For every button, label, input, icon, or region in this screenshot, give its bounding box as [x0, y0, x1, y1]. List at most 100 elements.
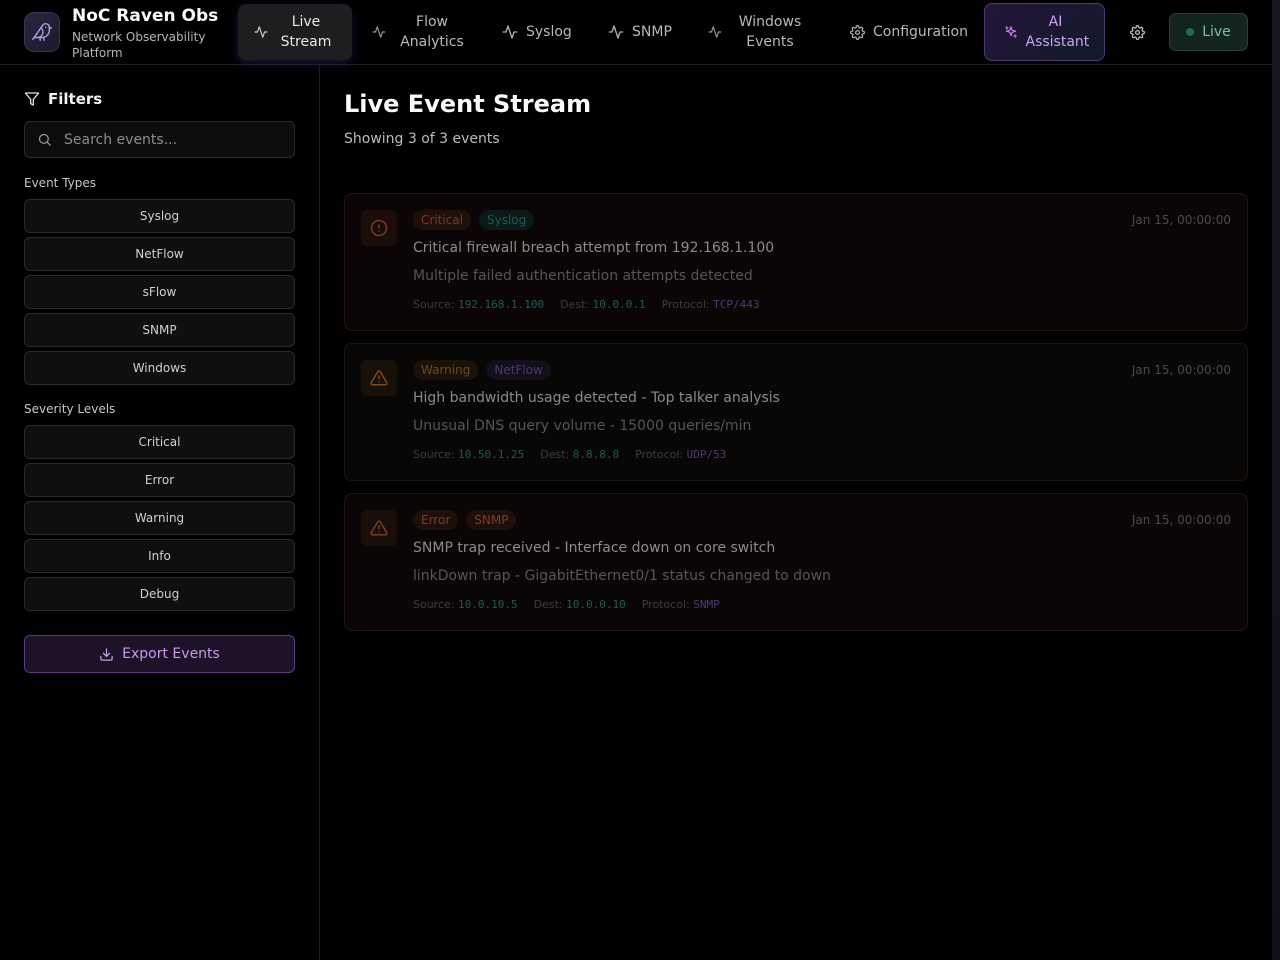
settings-button[interactable] — [1124, 19, 1150, 45]
event-title: SNMP trap received - Interface down on c… — [413, 540, 776, 556]
protocol-value: TCP/443 — [713, 298, 760, 311]
search-input[interactable] — [64, 131, 274, 148]
app-logo[interactable] — [24, 12, 60, 52]
event-message: Unusual DNS query volume - 15000 queries… — [413, 418, 752, 434]
severity-badge: Critical — [413, 210, 471, 230]
filters-sidebar: Filters Event Types Syslog NetFlow sFlow… — [0, 65, 320, 960]
download-icon — [100, 647, 113, 661]
app-root: NoC Raven Obs Network Observability Plat… — [0, 0, 1280, 960]
source-ip: 192.168.1.100 — [458, 298, 545, 311]
protocol-label: Protocol: — [635, 448, 684, 461]
page-scrollbar[interactable] — [1272, 0, 1280, 960]
event-message: Multiple failed authentication attempts … — [413, 268, 753, 284]
nav-flow-analytics[interactable]: Flow Analytics — [356, 4, 480, 60]
dest-ip: 8.8.8.8 — [572, 448, 620, 461]
app-title: NoC Raven Obs — [72, 6, 219, 26]
event-title: Critical firewall breach attempt from 19… — [413, 240, 775, 256]
filter-type-windows[interactable]: Windows — [24, 351, 295, 385]
event-timestamp: Jan 15, 00:00:00 — [1131, 213, 1231, 227]
type-badge: NetFlow — [486, 360, 551, 380]
activity-icon — [254, 26, 268, 38]
event-timestamp: Jan 15, 00:00:00 — [1131, 513, 1231, 527]
type-badge: SNMP — [466, 510, 517, 530]
event-icon-box — [361, 510, 397, 546]
severity-badge: Warning — [413, 360, 479, 380]
event-icon-box — [361, 210, 397, 246]
activity-icon — [502, 25, 518, 39]
gear-icon — [850, 24, 865, 40]
nav-configuration[interactable]: Configuration — [834, 4, 980, 60]
nav-live-stream[interactable]: Live Stream — [238, 4, 352, 60]
alert-triangle-icon — [370, 370, 388, 386]
page-title: Live Event Stream — [344, 90, 592, 118]
ai-assistant-label: AI Assistant — [1025, 14, 1090, 50]
main-content: Live Event Stream Showing 3 of 3 events … — [320, 65, 1272, 960]
filter-severity-warning[interactable]: Warning — [24, 501, 295, 535]
event-title: High bandwidth usage detected - Top talk… — [413, 390, 780, 406]
protocol-label: Protocol: — [661, 298, 710, 311]
type-badge: Syslog — [478, 210, 535, 230]
event-badges: Critical Syslog — [413, 210, 542, 230]
filter-severity-debug[interactable]: Debug — [24, 577, 295, 611]
search-box[interactable] — [24, 121, 295, 158]
filter-severity-info[interactable]: Info — [24, 539, 295, 573]
event-meta: Source: 192.168.1.100 Dest: 10.0.0.1 Pro… — [413, 298, 775, 311]
dest-label: Dest: — [533, 598, 563, 611]
live-status-dot — [1186, 28, 1195, 36]
app-subtitle: Network Observability Platform — [72, 30, 206, 60]
severity-levels-label: Severity Levels — [24, 402, 116, 416]
activity-icon — [608, 25, 624, 39]
export-label: Export Events — [122, 646, 220, 662]
source-label: Source: — [413, 598, 455, 611]
source-ip: 10.0.10.5 — [458, 598, 518, 611]
event-badges: Warning NetFlow — [413, 360, 559, 380]
nav-label: Syslog — [526, 24, 572, 40]
search-icon — [38, 133, 51, 146]
dest-label: Dest: — [560, 298, 590, 311]
filter-type-netflow[interactable]: NetFlow — [24, 237, 295, 271]
nav-label: Windows Events — [738, 14, 802, 50]
source-label: Source: — [413, 298, 455, 311]
nav-label: Configuration — [873, 24, 968, 40]
top-header: NoC Raven Obs Network Observability Plat… — [0, 0, 1280, 65]
alert-circle-icon — [370, 219, 388, 237]
filter-icon — [24, 92, 40, 106]
nav-snmp[interactable]: SNMP — [592, 4, 688, 60]
gear-icon — [1129, 24, 1145, 40]
source-label: Source: — [413, 448, 455, 461]
filter-severity-error[interactable]: Error — [24, 463, 295, 497]
export-events-button[interactable]: Export Events — [24, 635, 295, 673]
ai-assistant-button[interactable]: AI Assistant — [984, 3, 1105, 61]
nav-label: SNMP — [632, 24, 672, 40]
event-card[interactable]: Critical Syslog Jan 15, 00:00:00 Critica… — [344, 193, 1248, 331]
live-label: Live — [1202, 24, 1231, 40]
filter-severity-critical[interactable]: Critical — [24, 425, 295, 459]
filter-type-snmp[interactable]: SNMP — [24, 313, 295, 347]
raven-logo-icon — [32, 23, 52, 41]
source-ip: 10.50.1.25 — [458, 448, 525, 461]
event-meta: Source: 10.0.10.5 Dest: 10.0.0.10 Protoc… — [413, 598, 736, 611]
filters-title: Filters — [48, 90, 103, 108]
dest-ip: 10.0.0.1 — [592, 298, 646, 311]
filter-type-syslog[interactable]: Syslog — [24, 199, 295, 233]
nav-label: Flow Analytics — [400, 14, 464, 50]
live-toggle-button[interactable]: Live — [1169, 13, 1248, 51]
filters-heading: Filters — [24, 90, 102, 108]
event-icon-box — [361, 360, 397, 396]
filter-type-sflow[interactable]: sFlow — [24, 275, 295, 309]
dest-label: Dest: — [540, 448, 570, 461]
nav-windows-events[interactable]: Windows Events — [692, 4, 832, 60]
dest-ip: 10.0.0.10 — [566, 598, 626, 611]
alert-triangle-icon — [370, 520, 388, 536]
severity-badge: Error — [413, 510, 459, 530]
protocol-label: Protocol: — [641, 598, 690, 611]
event-count: Showing 3 of 3 events — [344, 131, 500, 147]
event-card[interactable]: Warning NetFlow Jan 15, 00:00:00 High ba… — [344, 343, 1248, 481]
nav-syslog[interactable]: Syslog — [486, 4, 586, 60]
protocol-value: SNMP — [693, 598, 720, 611]
protocol-value: UDP/53 — [686, 448, 727, 461]
sparkles-icon — [1004, 26, 1017, 38]
activity-icon — [372, 26, 386, 38]
event-badges: Error SNMP — [413, 510, 524, 530]
event-card[interactable]: Error SNMP Jan 15, 00:00:00 SNMP trap re… — [344, 493, 1248, 631]
